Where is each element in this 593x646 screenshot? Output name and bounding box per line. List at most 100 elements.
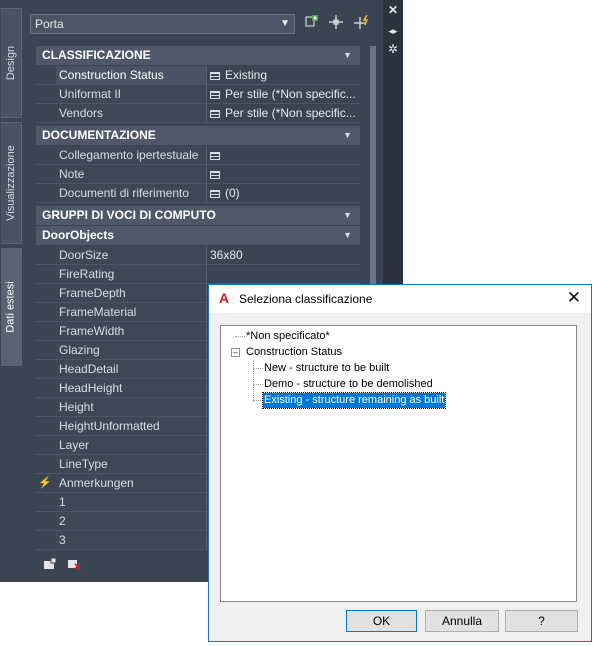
object-type-dropdown[interactable]: Porta ▼ bbox=[30, 14, 295, 34]
property-name: FrameWidth bbox=[56, 322, 206, 340]
property-name: Layer bbox=[56, 436, 206, 454]
quick-select-icon[interactable] bbox=[352, 14, 372, 34]
property-name: LineType bbox=[56, 455, 206, 473]
row-margin: ⚡ bbox=[36, 474, 56, 492]
property-row-firerating[interactable]: FireRating bbox=[36, 265, 360, 284]
property-name: Construction Status bbox=[56, 66, 206, 84]
select-objects-icon[interactable] bbox=[326, 14, 346, 34]
row-margin bbox=[36, 265, 56, 283]
list-icon bbox=[210, 91, 220, 99]
cancel-button[interactable]: Annulla bbox=[425, 610, 499, 632]
chevron-down-icon[interactable]: ▼ bbox=[343, 46, 352, 65]
category-gruppi-voci-computo[interactable]: GRUPPI DI VOCI DI COMPUTO ▼ bbox=[36, 206, 360, 225]
row-margin bbox=[36, 246, 56, 264]
classification-tree[interactable]: *Non specificato* – Construction Status … bbox=[220, 325, 577, 602]
tab-visualizzazione-label: Visualizzazione bbox=[5, 145, 17, 221]
list-icon bbox=[210, 152, 220, 160]
tree-node-existing[interactable]: Existing - structure remaining as built bbox=[261, 392, 447, 409]
help-button[interactable]: ? bbox=[505, 610, 578, 632]
automatic-property-icon: ⚡ bbox=[38, 477, 52, 489]
property-name: Glazing bbox=[56, 341, 206, 359]
property-row-construction-status[interactable]: Construction Status Existing bbox=[36, 66, 360, 85]
property-value-text: Per stile (*Non specific... bbox=[225, 106, 356, 120]
property-value[interactable] bbox=[206, 146, 360, 164]
scrollbar-thumb[interactable] bbox=[370, 46, 376, 296]
property-name: Collegamento ipertestuale bbox=[56, 146, 206, 164]
property-name: Vendors bbox=[56, 104, 206, 122]
chevron-down-icon[interactable]: ▼ bbox=[343, 206, 352, 225]
category-classificazione[interactable]: CLASSIFICAZIONE ▼ bbox=[36, 46, 360, 65]
property-value[interactable] bbox=[206, 265, 360, 283]
property-value-text: Existing bbox=[225, 68, 268, 82]
row-margin bbox=[36, 66, 56, 84]
property-value-text: (0) bbox=[225, 186, 240, 200]
row-margin bbox=[36, 303, 56, 321]
property-value[interactable]: Per stile (*Non specific... bbox=[206, 104, 360, 122]
category-doorobjects[interactable]: DoorObjects ▼ bbox=[36, 226, 360, 245]
property-value[interactable] bbox=[206, 165, 360, 183]
row-margin bbox=[36, 104, 56, 122]
property-name: Height bbox=[56, 398, 206, 416]
property-name: Anmerkungen bbox=[56, 474, 206, 492]
row-margin bbox=[36, 360, 56, 378]
row-margin bbox=[36, 531, 56, 549]
tree-node-demo[interactable]: Demo - structure to be demolished bbox=[263, 377, 434, 392]
list-icon bbox=[210, 72, 220, 80]
property-name: 2 bbox=[56, 512, 206, 530]
category-label: CLASSIFICAZIONE bbox=[42, 48, 151, 62]
category-label: DoorObjects bbox=[42, 228, 115, 242]
tree-connector bbox=[253, 360, 254, 402]
property-value[interactable]: 36x80 bbox=[206, 246, 360, 264]
close-icon[interactable]: ✕ bbox=[383, 3, 403, 17]
property-row-note[interactable]: Note bbox=[36, 165, 360, 184]
property-name: FireRating bbox=[56, 265, 206, 283]
property-name: 3 bbox=[56, 531, 206, 549]
list-icon bbox=[210, 190, 220, 198]
category-documentazione[interactable]: DOCUMENTAZIONE ▼ bbox=[36, 126, 360, 145]
dialog-titlebar[interactable]: A Seleziona classificazione ✕ bbox=[209, 285, 591, 313]
property-value-text: Per stile (*Non specific... bbox=[225, 87, 356, 101]
row-margin bbox=[36, 436, 56, 454]
property-name: FrameMaterial bbox=[56, 303, 206, 321]
property-row-reference-docs[interactable]: Documenti di riferimento (0) bbox=[36, 184, 360, 203]
row-margin bbox=[36, 322, 56, 340]
category-label: DOCUMENTAZIONE bbox=[42, 128, 156, 142]
tree-connector bbox=[253, 368, 263, 369]
property-value[interactable]: Per stile (*Non specific... bbox=[206, 85, 360, 103]
properties-icon[interactable]: ✲ bbox=[383, 42, 403, 56]
close-icon[interactable]: ✕ bbox=[567, 288, 581, 308]
remove-property-set-icon[interactable] bbox=[66, 558, 82, 572]
property-row-vendors[interactable]: Vendors Per stile (*Non specific... bbox=[36, 104, 360, 123]
add-style-icon[interactable] bbox=[302, 14, 322, 34]
row-margin bbox=[36, 146, 56, 164]
property-value[interactable]: (0) bbox=[206, 184, 360, 202]
row-divider bbox=[36, 202, 360, 203]
property-name: 1 bbox=[56, 493, 206, 511]
row-margin bbox=[36, 493, 56, 511]
chevron-down-icon[interactable]: ▼ bbox=[343, 126, 352, 145]
tree-node-new[interactable]: New - structure to be built bbox=[263, 361, 390, 376]
property-row-hyperlink[interactable]: Collegamento ipertestuale bbox=[36, 146, 360, 165]
property-value[interactable]: Existing bbox=[206, 66, 360, 84]
chevron-down-icon[interactable]: ▼ bbox=[343, 226, 352, 245]
property-name: HeadHeight bbox=[56, 379, 206, 397]
collapse-icon[interactable]: – bbox=[231, 348, 240, 357]
tab-dati-estesi[interactable]: Dati estesi bbox=[1, 248, 22, 366]
row-margin bbox=[36, 165, 56, 183]
property-name: Documenti di riferimento bbox=[56, 184, 206, 202]
property-name: HeadDetail bbox=[56, 360, 206, 378]
tree-connector bbox=[253, 384, 263, 385]
property-name: DoorSize bbox=[56, 246, 206, 264]
add-property-set-icon[interactable] bbox=[42, 557, 58, 572]
object-type-value: Porta bbox=[35, 17, 64, 31]
row-margin bbox=[36, 341, 56, 359]
property-row-doorsize[interactable]: DoorSize 36x80 bbox=[36, 246, 360, 265]
tree-connector bbox=[253, 400, 263, 401]
auto-hide-icon[interactable]: ◂▸ bbox=[383, 24, 403, 38]
ok-button[interactable]: OK bbox=[346, 610, 417, 632]
tree-node-unspecified[interactable]: *Non specificato* bbox=[245, 329, 331, 344]
tab-design[interactable]: Design bbox=[1, 8, 22, 118]
tree-node-construction-status[interactable]: Construction Status bbox=[245, 345, 343, 360]
tab-visualizzazione[interactable]: Visualizzazione bbox=[1, 122, 22, 244]
property-row-uniformat[interactable]: Uniformat II Per stile (*Non specific... bbox=[36, 85, 360, 104]
